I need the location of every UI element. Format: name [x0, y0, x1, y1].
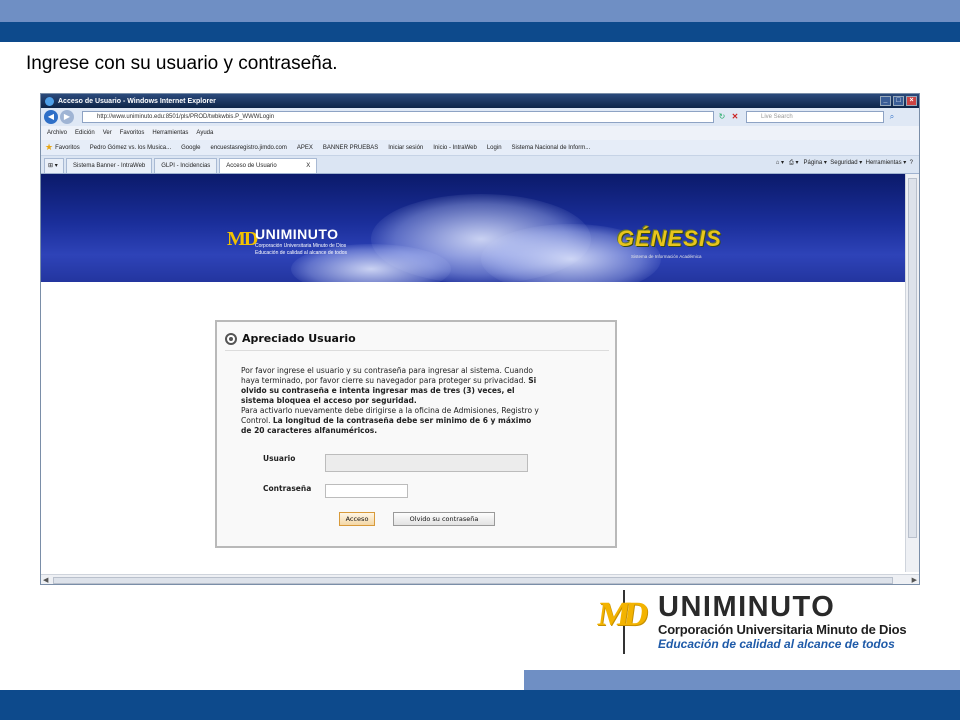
tab-bar: ⊞ ▾ Sistema Banner - IntraWeb GLPI - Inc…	[41, 156, 919, 174]
command-herramientas[interactable]: Herramientas	[866, 160, 902, 166]
forward-arrow-icon[interactable]: ▶	[60, 110, 74, 124]
top-band-light	[0, 0, 960, 22]
favorite-link[interactable]: BANNER PRUEBAS	[323, 145, 378, 151]
address-bar[interactable]: http://www.uniminuto.edu:8501/pls/PROD/t…	[82, 111, 714, 123]
footer-logo-name: UNIMINUTO	[658, 591, 836, 623]
back-arrow-icon[interactable]: ◀	[44, 110, 58, 124]
login-title: Apreciado Usuario	[242, 332, 356, 345]
tab-sistema-banner[interactable]: Sistema Banner - IntraWeb	[66, 158, 153, 173]
search-icon[interactable]: ⌕	[887, 112, 897, 122]
favorite-link[interactable]: Iniciar sesión	[388, 145, 423, 151]
login-instructions: Por favor ingrese el usuario y su contra…	[241, 366, 541, 436]
login-header: Apreciado Usuario	[225, 332, 356, 345]
user-field[interactable]	[325, 454, 528, 472]
maximize-icon[interactable]: □	[893, 96, 904, 106]
favorite-link[interactable]: Pedro Gómez vs. los Musica...	[90, 145, 171, 151]
search-input[interactable]: Live Search	[746, 111, 884, 123]
menu-bar: Archivo Edición Ver Favoritos Herramient…	[41, 126, 919, 140]
favorite-link[interactable]: encuestasregistro.jimdo.com	[211, 145, 287, 151]
bottom-band-dark	[0, 690, 960, 720]
favorite-link[interactable]: Sistema Nacional de Inform...	[512, 145, 591, 151]
favorites-bar: ★ Favoritos Pedro Gómez vs. los Musica..…	[41, 140, 919, 156]
logo-line2: Educación de calidad al alcance de todos	[255, 250, 348, 256]
menu-item-archivo[interactable]: Archivo	[47, 130, 67, 136]
footer-logo-line1: Corporación Universitaria Minuto de Dios	[658, 622, 907, 637]
window-controls: _ □ ×	[880, 96, 919, 106]
user-label: Usuario	[263, 454, 296, 463]
favorites-star-icon: ★	[45, 142, 54, 152]
menu-item-favoritos[interactable]: Favoritos	[120, 130, 145, 136]
stop-icon[interactable]: ✕	[730, 112, 740, 122]
login-button[interactable]: Acceso	[339, 512, 375, 526]
page-content: MD UNIMINUTO Corporación Universitaria M…	[41, 174, 919, 584]
scroll-thumb[interactable]	[53, 577, 893, 584]
logo-initials: MD	[227, 228, 258, 250]
favorite-link[interactable]: Login	[487, 145, 502, 151]
scroll-left-icon[interactable]: ◀	[43, 576, 48, 584]
footer-logo-initials: MD	[595, 596, 646, 633]
command-seguridad[interactable]: Seguridad	[830, 160, 857, 166]
login-panel: Apreciado Usuario Por favor ingrese el u…	[215, 320, 617, 548]
menu-item-edicion[interactable]: Edición	[75, 130, 95, 136]
print-icon[interactable]: ⎙ ▾	[789, 160, 798, 166]
tab-label: Acceso de Usuario	[226, 163, 277, 169]
logo-name: UNIMINUTO	[255, 226, 339, 242]
uniminuto-footer-logo: MD UNIMINUTO Corporación Universitaria M…	[595, 590, 926, 656]
close-icon[interactable]: ×	[906, 96, 917, 106]
favorite-link[interactable]: APEX	[297, 145, 313, 151]
favorite-link[interactable]: Inicio - IntraWeb	[433, 145, 477, 151]
slide-title: Ingrese con su usuario y contraseña.	[26, 53, 338, 74]
top-band-dark	[0, 22, 960, 42]
genesis-banner: MD UNIMINUTO Corporación Universitaria M…	[41, 174, 905, 282]
window-title: Acceso de Usuario - Windows Internet Exp…	[58, 97, 216, 105]
password-field[interactable]	[325, 484, 408, 498]
address-row: ◀ ▶ http://www.uniminuto.edu:8501/pls/PR…	[41, 108, 919, 126]
favorites-button[interactable]: Favoritos	[55, 145, 80, 151]
instructions-text: Por favor ingrese el usuario y su contra…	[241, 366, 533, 385]
forgot-password-button[interactable]: Olvido su contraseña	[393, 512, 495, 526]
scroll-right-icon[interactable]: ▶	[912, 576, 917, 584]
menu-item-ayuda[interactable]: Ayuda	[196, 130, 213, 136]
tab-glpi[interactable]: GLPI - Incidencias	[154, 158, 218, 173]
ie-logo-icon	[45, 96, 54, 106]
instructions-length: La longitud de la contraseña debe ser mi…	[241, 416, 532, 435]
quick-tabs-icon[interactable]: ⊞ ▾	[44, 158, 64, 173]
menu-item-herramientas[interactable]: Herramientas	[152, 130, 188, 136]
divider	[225, 350, 609, 351]
favorite-link[interactable]: Google	[181, 145, 200, 151]
bottom-band-light	[524, 670, 960, 690]
window-titlebar: Acceso de Usuario - Windows Internet Exp…	[41, 94, 919, 108]
command-bar: ⌂ ▾ ⎙ ▾ Página ▾ Seguridad ▾ Herramienta…	[775, 160, 913, 166]
tab-close-icon[interactable]: X	[306, 159, 310, 173]
footer-logo-line2: Educación de calidad al alcance de todos	[658, 637, 895, 651]
command-pagina[interactable]: Página	[804, 160, 823, 166]
password-label: Contraseña	[263, 484, 312, 493]
genesis-logo: GÉNESIS	[617, 226, 722, 251]
minimize-icon[interactable]: _	[880, 96, 891, 106]
user-icon	[225, 332, 237, 345]
genesis-subtitle: Sistema de Información Académica	[631, 254, 702, 259]
slide: Ingrese con su usuario y contraseña. Acc…	[0, 0, 960, 720]
browser-window: Acceso de Usuario - Windows Internet Exp…	[40, 93, 920, 585]
logo-line1: Corporación Universitaria Minuto de Dios	[255, 243, 347, 249]
tab-acceso-usuario[interactable]: Acceso de Usuario X	[219, 158, 318, 173]
menu-item-ver[interactable]: Ver	[103, 130, 112, 136]
refresh-icon[interactable]: ↻	[717, 112, 727, 122]
vertical-scrollbar[interactable]	[905, 174, 919, 572]
scroll-thumb[interactable]	[908, 178, 917, 538]
home-icon[interactable]: ⌂ ▾	[776, 160, 784, 166]
horizontal-scrollbar[interactable]: ◀ ▶	[41, 574, 919, 584]
help-icon[interactable]: ?	[910, 160, 913, 166]
